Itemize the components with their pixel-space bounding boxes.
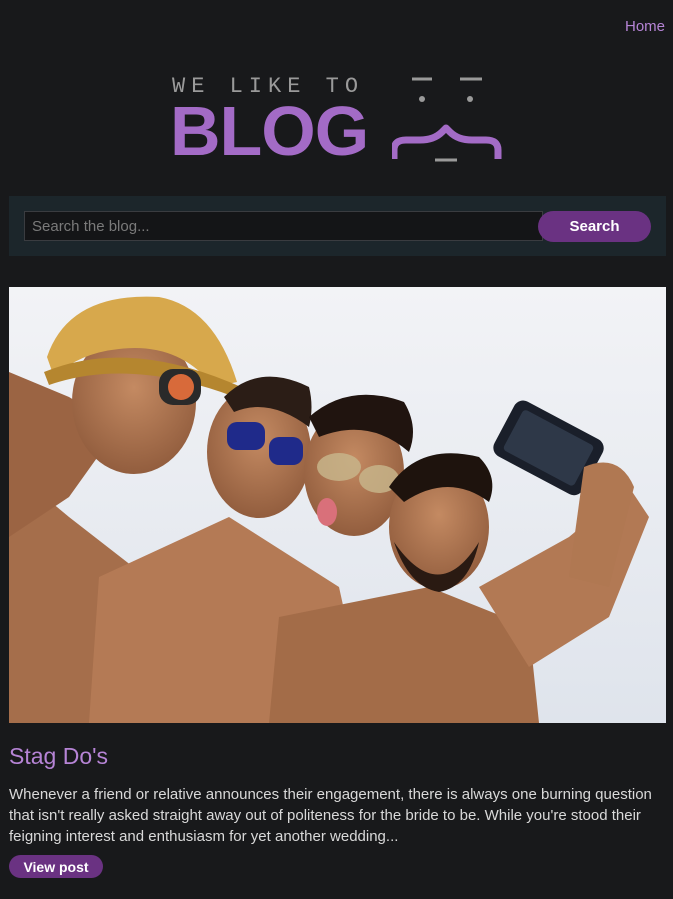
view-post-button[interactable]: View post	[9, 855, 103, 878]
post-title[interactable]: Stag Do's	[9, 743, 108, 770]
logo-wordmark: BLOG	[170, 92, 369, 170]
search-input[interactable]	[24, 211, 543, 241]
search-button[interactable]: Search	[538, 211, 651, 242]
photo-of-friends-taking-selfie-icon	[9, 287, 666, 723]
top-nav: Home	[625, 18, 665, 36]
home-link[interactable]: Home	[625, 18, 665, 35]
site-logo[interactable]: WE LIKE TO BLOG	[170, 70, 505, 170]
post-excerpt: Whenever a friend or relative announces …	[9, 786, 652, 845]
post-image[interactable]	[9, 287, 666, 723]
logo-face-icon	[392, 77, 502, 162]
search-bar: Search	[9, 196, 666, 256]
